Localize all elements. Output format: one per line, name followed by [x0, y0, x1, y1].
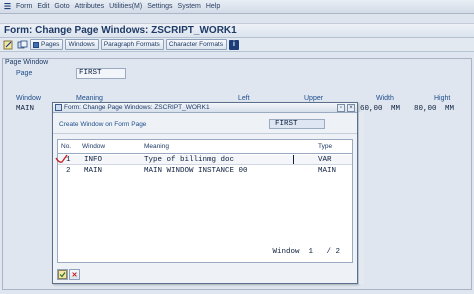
menu-form[interactable]: Form [16, 3, 32, 10]
choose-button[interactable] [57, 269, 68, 280]
display-change-icon[interactable] [2, 39, 14, 50]
column-height: Hight [434, 95, 451, 102]
vertical-scrollbar[interactable] [358, 112, 364, 284]
menu-help[interactable]: Help [206, 3, 220, 10]
menu-utilities[interactable]: Utilities(M) [109, 3, 142, 10]
row1-window[interactable]: INFO [84, 156, 102, 164]
window-counter: Window 1 / 2 [272, 248, 340, 256]
row1-meaning[interactable]: Type of billinmg doc [144, 156, 234, 164]
sap-window: ☰ Form Edit Goto Attributes Utilities(M)… [0, 0, 474, 294]
header-no: No. [61, 143, 72, 150]
dialog-window-icon [55, 104, 62, 111]
cancel-button[interactable]: ✕ [69, 269, 80, 280]
row2-window[interactable]: MAIN [84, 167, 102, 175]
dialog-button-bar: ✕ [57, 269, 81, 280]
text-cursor [293, 155, 294, 164]
column-window: Window [16, 95, 41, 102]
pages-button[interactable]: Pages [30, 39, 64, 50]
window-table: No. Window Meaning Type 1 INFO Type of b… [55, 139, 353, 263]
info-icon[interactable]: i [229, 39, 239, 50]
create-window-dialog: Form: Change Page Windows: ZSCRIPT_WORK1… [52, 102, 358, 284]
column-meaning: Meaning [76, 95, 103, 102]
row1-type[interactable]: VAR [318, 156, 332, 164]
menu-system[interactable]: System [178, 3, 201, 10]
main-window-height[interactable]: 80,00 [414, 105, 437, 113]
character-formats-label: Character Formats [168, 41, 223, 48]
minimize-icon[interactable]: ▫ [337, 104, 345, 112]
paragraph-formats-label: Paragraph Formats [103, 41, 160, 48]
header-divider [58, 153, 352, 154]
menu-edit[interactable]: Edit [37, 3, 49, 10]
header-type: Type [318, 143, 333, 150]
page-field[interactable]: FIRST [76, 68, 126, 79]
create-window-label: Create Window on Form Page [59, 121, 147, 128]
other-object-icon[interactable] [16, 39, 28, 50]
row2-meaning[interactable]: MAIN WINDOW INSTANCE 00 [144, 167, 248, 175]
row2-type[interactable]: MAIN [318, 167, 336, 175]
menu-attributes[interactable]: Attributes [75, 3, 105, 10]
main-window-name[interactable]: MAIN [16, 105, 34, 113]
column-left: Left [238, 95, 250, 102]
dialog-title: Form: Change Page Windows: ZSCRIPT_WORK1 [64, 104, 210, 111]
header-meaning: Meaning [144, 143, 169, 150]
page-label: Page [16, 70, 33, 77]
main-window-height-unit: MM [445, 105, 455, 113]
character-formats-button[interactable]: Character Formats [165, 39, 227, 50]
application-toolbar: Pages Windows Paragraph Formats Characte… [0, 38, 474, 52]
create-window-field[interactable]: FIRST [269, 119, 325, 129]
pages-icon [33, 41, 39, 48]
choose-icon [58, 270, 67, 279]
windows-button[interactable]: Windows [65, 39, 99, 50]
page-title: Form: Change Page Windows: ZSCRIPT_WORK1 [0, 24, 474, 38]
column-width: Width [376, 95, 394, 102]
row2-no[interactable]: 2 [66, 167, 71, 175]
page-window-group-title: Page Window [3, 59, 51, 66]
create-window-row: Create Window on Form Page FIRST [53, 114, 357, 134]
close-icon[interactable]: × [347, 104, 355, 112]
main-window-width-unit: MM [391, 105, 401, 113]
column-upper: Upper [304, 95, 324, 102]
header-window: Window [82, 143, 106, 150]
paragraph-formats-button[interactable]: Paragraph Formats [100, 39, 164, 50]
menu-settings[interactable]: Settings [147, 3, 172, 10]
sap-menu-icon[interactable]: ☰ [3, 2, 12, 11]
menu-bar: ☰ Form Edit Goto Attributes Utilities(M)… [0, 0, 474, 14]
menu-goto[interactable]: Goto [54, 3, 69, 10]
pages-button-label: Pages [41, 41, 60, 48]
row1-no[interactable]: 1 [66, 156, 71, 164]
cancel-icon: ✕ [71, 271, 78, 279]
dialog-title-bar: Form: Change Page Windows: ZSCRIPT_WORK1… [53, 103, 357, 113]
standard-toolbar [0, 14, 474, 24]
windows-button-label: Windows [68, 41, 95, 48]
